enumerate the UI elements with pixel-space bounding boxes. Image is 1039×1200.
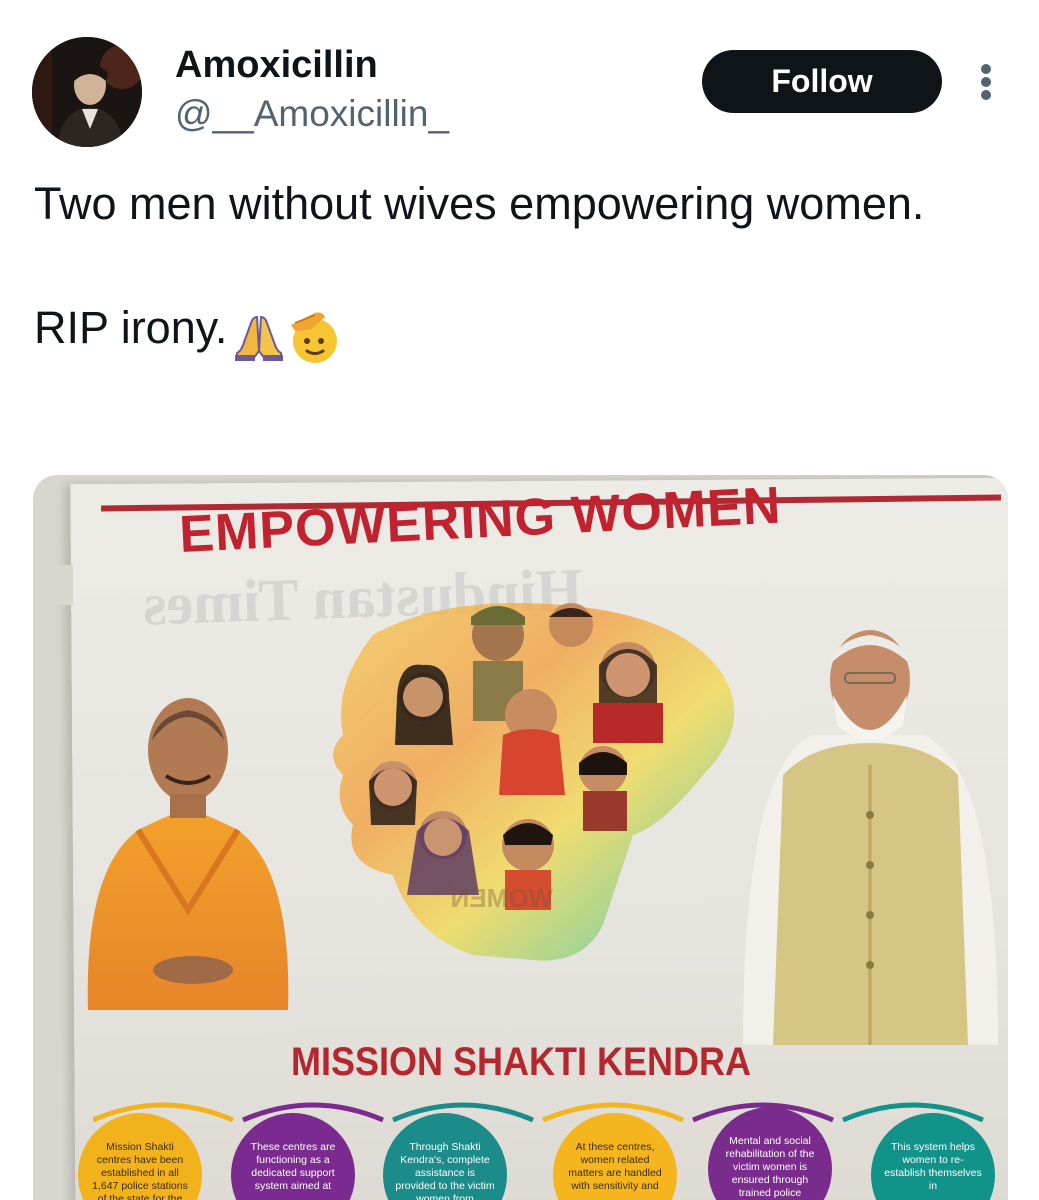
tweet-text-line-2: RIP irony.	[34, 297, 934, 365]
more-options-icon[interactable]	[974, 60, 998, 104]
tweet-page: Amoxicillin @__Amoxicillin_ Follow Two m…	[0, 0, 1039, 1200]
avatar-photo	[32, 37, 142, 147]
info-bubble-1-text: Mission Shakti centres have been establi…	[92, 1141, 188, 1200]
display-name[interactable]: Amoxicillin	[175, 42, 378, 88]
women-collage: WOMEN	[333, 603, 735, 961]
info-bubble-6-text: This system helps women to re-establish …	[884, 1141, 982, 1192]
tweet-text-line-2-text: RIP irony.	[34, 302, 228, 353]
person-left-portrait	[87, 698, 289, 1010]
info-bubble-4: At these centres, women related matters …	[553, 1113, 677, 1200]
info-bubble-1: Mission Shakti centres have been establi…	[78, 1113, 202, 1200]
page-number-mark	[33, 565, 73, 605]
folded-hands-icon	[235, 316, 284, 362]
tweet-text-line-1: Two men without wives empowering women.	[34, 178, 925, 229]
follow-button[interactable]: Follow	[702, 50, 942, 113]
tweet-text: Two men without wives empowering women. …	[34, 173, 934, 365]
info-bubble-3: Through Shakti Kendra's, complete assist…	[383, 1113, 507, 1200]
info-bubble-6: This system helps women to re-establish …	[871, 1113, 995, 1200]
ad-subheadline: MISSION SHAKTI KENDRA	[291, 1040, 752, 1084]
user-handle[interactable]: @__Amoxicillin_	[175, 92, 449, 136]
info-bubble-4-text: At these centres, women related matters …	[568, 1141, 662, 1192]
saluting-face-icon	[291, 312, 338, 364]
avatar[interactable]	[32, 37, 142, 147]
bubble-arcs	[93, 1102, 984, 1123]
info-bubble-2-text: These centres are functioning as a dedic…	[250, 1141, 336, 1192]
info-bubble-3-text: Through Shakti Kendra's, complete assist…	[395, 1141, 495, 1200]
info-bubble-2: These centres are functioning as a dedic…	[231, 1113, 355, 1200]
info-bubble-5-text: Mental and social rehabilitation of the …	[725, 1135, 815, 1199]
person-right-portrait	[743, 630, 998, 1045]
tweet-media-image[interactable]: Hindustan Times EMPOWERING WOMEN WOMEN M…	[33, 475, 1008, 1200]
emoji-group	[233, 303, 341, 365]
info-bubbles: Mission Shakti centres have been establi…	[33, 1095, 1008, 1200]
svg-text:WOMEN: WOMEN	[450, 883, 553, 913]
